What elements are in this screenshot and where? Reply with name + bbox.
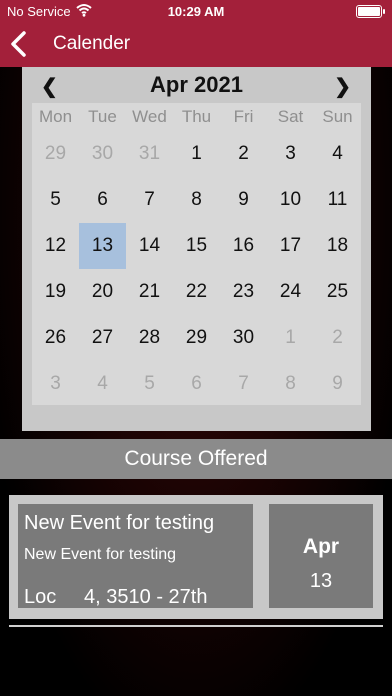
weekday-label: Wed	[132, 107, 167, 126]
event-day: 13	[309, 570, 333, 592]
calendar-day[interactable]: 2	[220, 131, 267, 177]
calendar-day[interactable]: 18	[314, 223, 361, 269]
calendar-day[interactable]: 8	[267, 361, 314, 407]
event-info[interactable]: New Event for testing New Event for test…	[18, 504, 253, 608]
divider	[9, 625, 383, 627]
calendar-day[interactable]: 3	[32, 361, 79, 407]
calendar-day[interactable]: 4	[314, 131, 361, 177]
calendar-day[interactable]: 9	[314, 361, 361, 407]
calendar-day[interactable]: 22	[173, 269, 220, 315]
weekday-label: Sun	[322, 107, 353, 126]
chevron-left-icon	[11, 31, 26, 57]
calendar: ❮ Apr 2021 ❯ Mon Tue Wed Thu Fri Sat Sun…	[22, 67, 371, 431]
weekday-label: Sat	[277, 107, 304, 126]
course-offered-header: Course Offered	[0, 439, 392, 479]
weekday-label: Mon	[38, 107, 73, 126]
calendar-day[interactable]: 16	[220, 223, 267, 269]
calendar-day[interactable]: 6	[173, 361, 220, 407]
calendar-day[interactable]: 27	[79, 315, 126, 361]
calendar-day[interactable]: 29	[32, 131, 79, 177]
calendar-day[interactable]: 3	[267, 131, 314, 177]
calendar-day[interactable]: 19	[32, 269, 79, 315]
calendar-day[interactable]: 10	[267, 177, 314, 223]
back-button[interactable]	[8, 30, 30, 58]
calendar-day[interactable]: 26	[32, 315, 79, 361]
calendar-day[interactable]: 17	[267, 223, 314, 269]
calendar-day[interactable]: 14	[126, 223, 173, 269]
calendar-day[interactable]: 15	[173, 223, 220, 269]
calendar-day[interactable]: 29	[173, 315, 220, 361]
calendar-day-selected[interactable]: 13	[79, 223, 126, 269]
month-label: Apr 2021	[150, 72, 243, 97]
calendar-day[interactable]: 7	[220, 361, 267, 407]
event-month: Apr	[302, 535, 340, 558]
calendar-day[interactable]: 30	[220, 315, 267, 361]
calendar-day[interactable]: 6	[79, 177, 126, 223]
event-title: New Event for testing	[24, 512, 215, 534]
event-date-badge[interactable]: Apr 13	[269, 504, 373, 608]
calendar-day[interactable]: 25	[314, 269, 361, 315]
calendar-day[interactable]: 30	[79, 131, 126, 177]
event-location: Loc 4, 3510 - 27th	[24, 586, 208, 608]
next-month-button[interactable]: ❯	[334, 74, 351, 99]
calendar-day[interactable]: 28	[126, 315, 173, 361]
status-bar: No Service 10:29 AM	[0, 0, 392, 22]
nav-bar: Calender	[0, 22, 392, 67]
calendar-day[interactable]: 9	[220, 177, 267, 223]
calendar-day[interactable]: 8	[173, 177, 220, 223]
calendar-day[interactable]: 11	[314, 177, 361, 223]
calendar-day[interactable]: 1	[267, 315, 314, 361]
calendar-header: ❮ Apr 2021 ❯	[22, 67, 371, 103]
calendar-grid: Mon Tue Wed Thu Fri Sat Sun 29 30 31 1 2 3 4 5 6…	[32, 103, 361, 405]
weekday-label: Thu	[181, 107, 212, 126]
calendar-day[interactable]: 7	[126, 177, 173, 223]
page-title: Calender	[53, 33, 131, 54]
weekday-label: Tue	[88, 107, 117, 126]
calendar-day[interactable]: 5	[126, 361, 173, 407]
battery-icon	[356, 5, 385, 18]
calendar-day[interactable]: 12	[32, 223, 79, 269]
day-grid: 29 30 31 1 2 3 4 5 6 7 8 9 10 11 12 13 14 15 16 17 18 19 20 21 2…	[32, 131, 361, 407]
calendar-day[interactable]: 21	[126, 269, 173, 315]
calendar-day[interactable]: 24	[267, 269, 314, 315]
weekday-label: Fri	[233, 107, 254, 126]
event-card[interactable]: New Event for testing New Event for test…	[9, 495, 383, 619]
weekday-row: Mon Tue Wed Thu Fri Sat Sun	[32, 107, 361, 129]
calendar-day[interactable]: 5	[32, 177, 79, 223]
calendar-day[interactable]: 1	[173, 131, 220, 177]
calendar-day[interactable]: 31	[126, 131, 173, 177]
calendar-day[interactable]: 23	[220, 269, 267, 315]
calendar-day[interactable]: 20	[79, 269, 126, 315]
clock-time: 10:29 AM	[167, 4, 225, 19]
calendar-day[interactable]: 4	[79, 361, 126, 407]
calendar-day[interactable]: 2	[314, 315, 361, 361]
event-subtitle: New Event for testing	[24, 546, 177, 563]
